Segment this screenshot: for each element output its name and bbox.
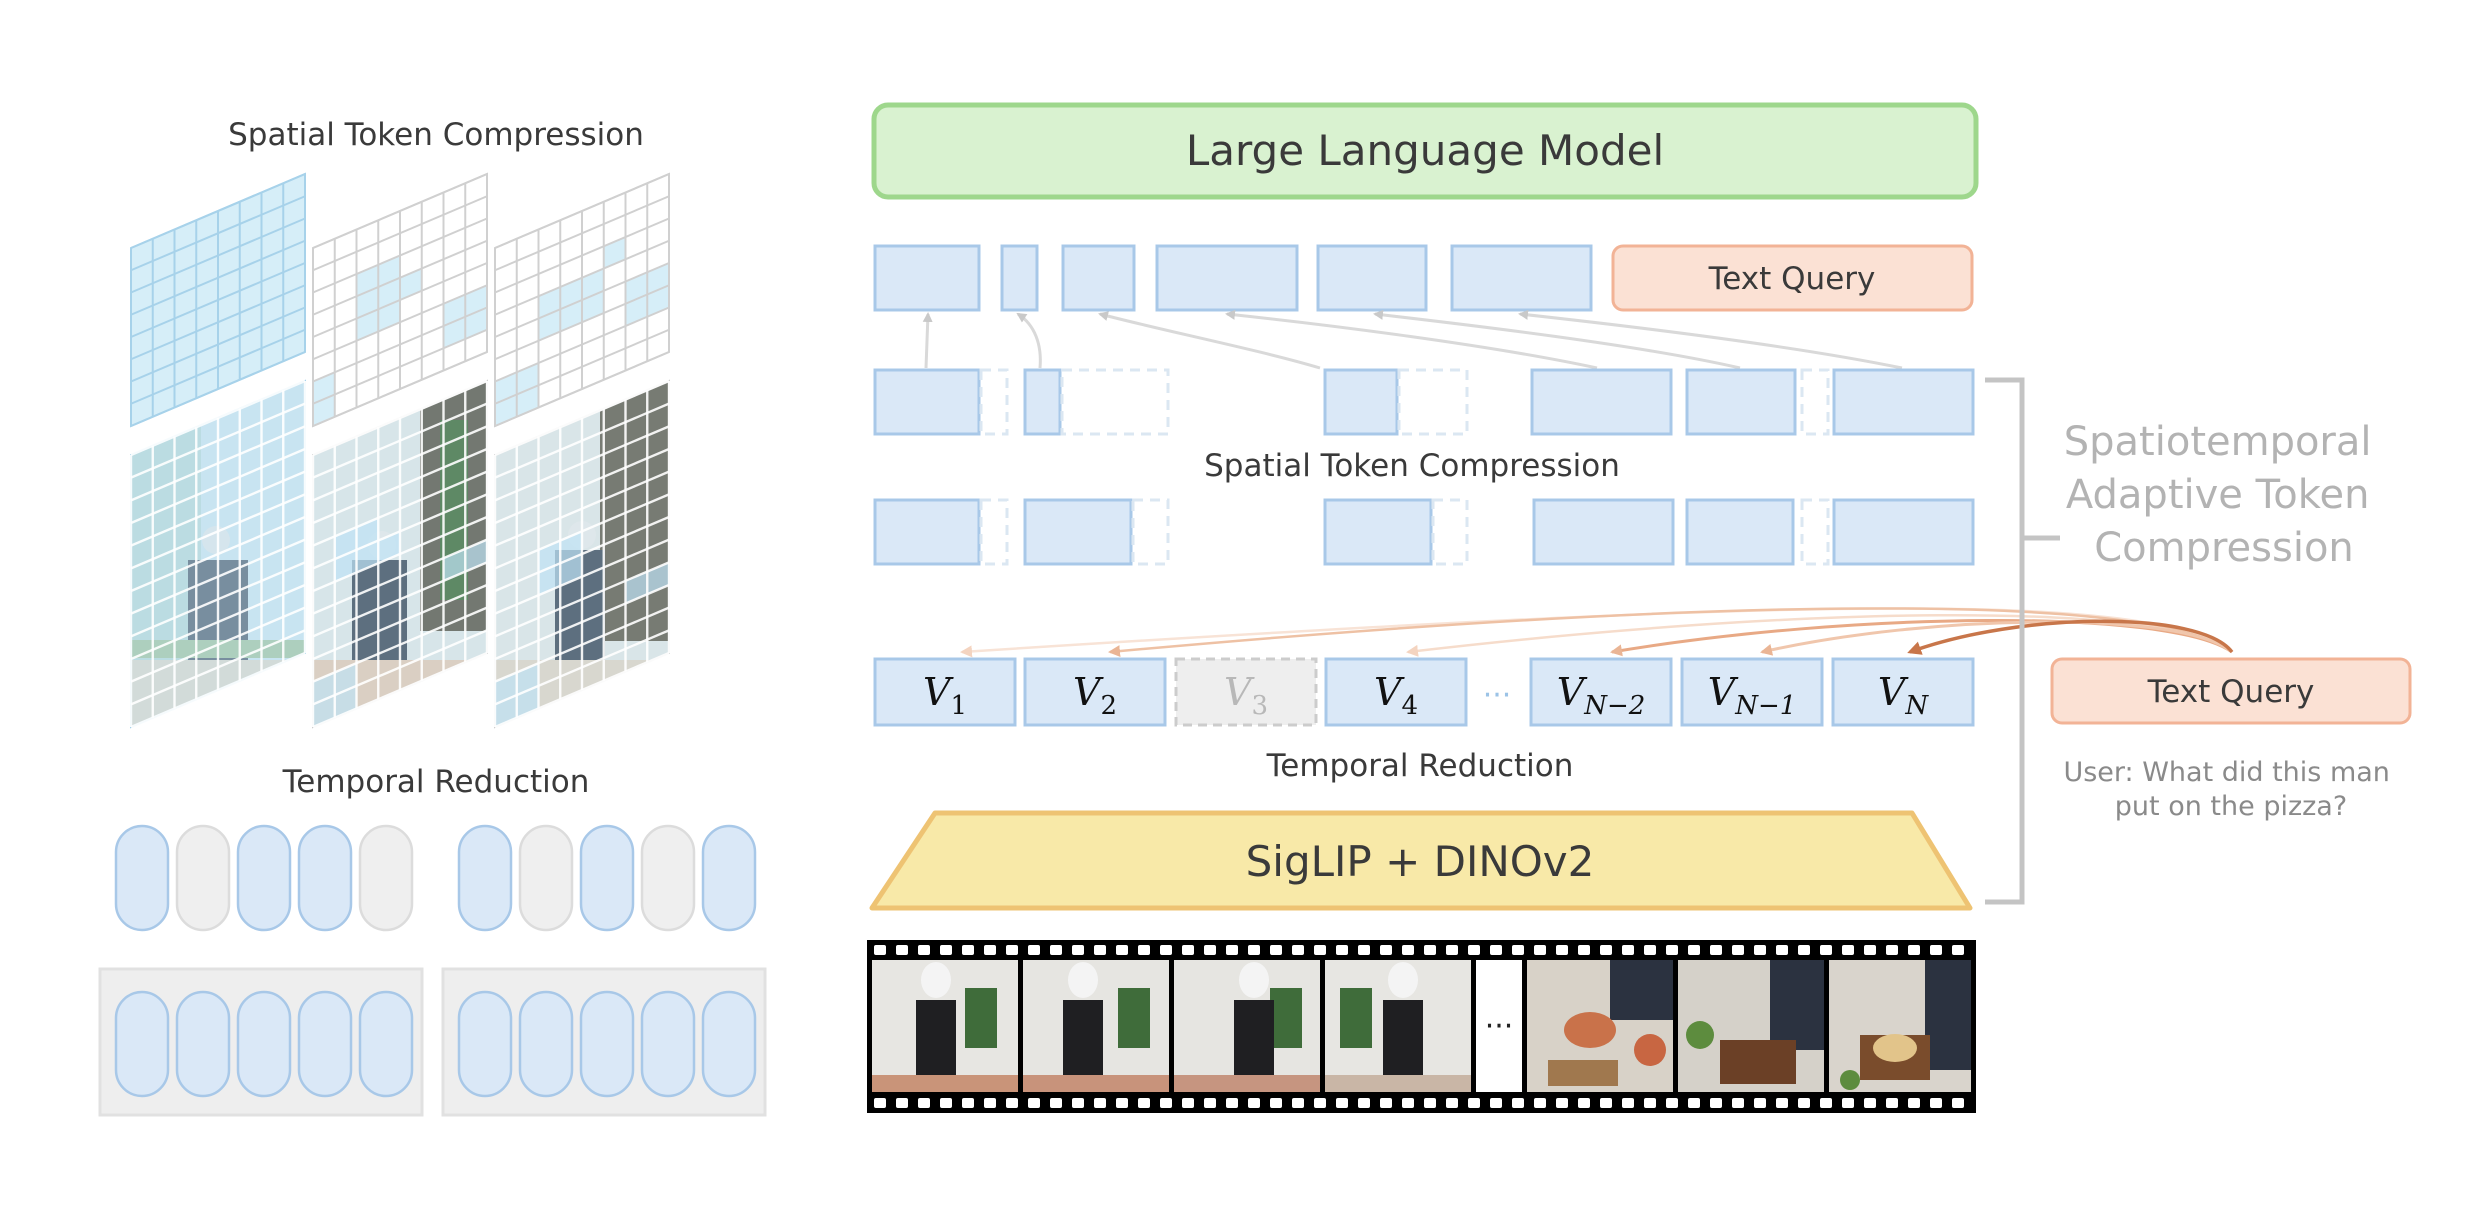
temporal-pills-row-1: [114, 824, 757, 932]
compressed-tokens-row-1: [873, 368, 1975, 436]
frame-tokens: V1 V2 V3 V4 VN−2 VN−1 VN: [873, 657, 1975, 727]
stc-bracket: [1985, 377, 2060, 905]
film-frame-2: [1023, 960, 1169, 1092]
spatial-grid-1: [130, 172, 306, 428]
user-query: User: What did this man put on the pizza…: [2063, 757, 2398, 822]
diagram-canvas: Spatial Token Compression Temporal Reduc…: [98, 102, 2412, 1117]
compressed-tokens-row-2: [873, 498, 1975, 566]
video-frame-grid-1: [129, 379, 307, 729]
film-frame-1: [872, 960, 1018, 1092]
left-temporal-title: Temporal Reduction: [282, 764, 590, 800]
encoder-block: SigLIP + DINOv2: [869, 810, 1973, 911]
film-frame-7: [1829, 960, 1971, 1092]
left-spatial-title: Spatial Token Compression: [228, 117, 644, 153]
film-frame-5: [1527, 960, 1673, 1092]
spatial-compression-label: Spatial Token Compression: [1204, 448, 1620, 484]
film-frame-6: [1678, 960, 1824, 1092]
token-ellipsis: ···: [1483, 678, 1512, 713]
spatial-grid-3: [494, 172, 670, 428]
film-ellipsis: ···: [1485, 1009, 1514, 1044]
video-frame-grid-3: [493, 379, 671, 729]
spatial-grid-2: [312, 172, 488, 428]
query-attention-arrows: [960, 607, 2234, 658]
llm-block: Large Language Model: [871, 102, 1979, 200]
llm-input-tokens: [873, 244, 1593, 312]
text-query-top: Text Query: [1611, 244, 1974, 312]
stc-title: Spatiotemporal Adaptive Token Compressio…: [2064, 419, 2384, 571]
text-query-right-label: Text Query: [2147, 674, 2315, 710]
text-query-top-label: Text Query: [1708, 261, 1876, 297]
temporal-reduction-label: Temporal Reduction: [1266, 748, 1574, 784]
compression-arrows: [922, 309, 1903, 370]
film-frame-4: [1325, 960, 1471, 1092]
text-query-right: Text Query: [2050, 657, 2412, 725]
encoder-label: SigLIP + DINOv2: [1246, 837, 1595, 886]
video-frame-grid-2: [311, 379, 489, 729]
temporal-pills-row-2: [98, 967, 767, 1117]
film-frame-3: [1174, 960, 1320, 1092]
video-film-strip: ···: [867, 940, 1976, 1113]
llm-label: Large Language Model: [1186, 126, 1664, 175]
